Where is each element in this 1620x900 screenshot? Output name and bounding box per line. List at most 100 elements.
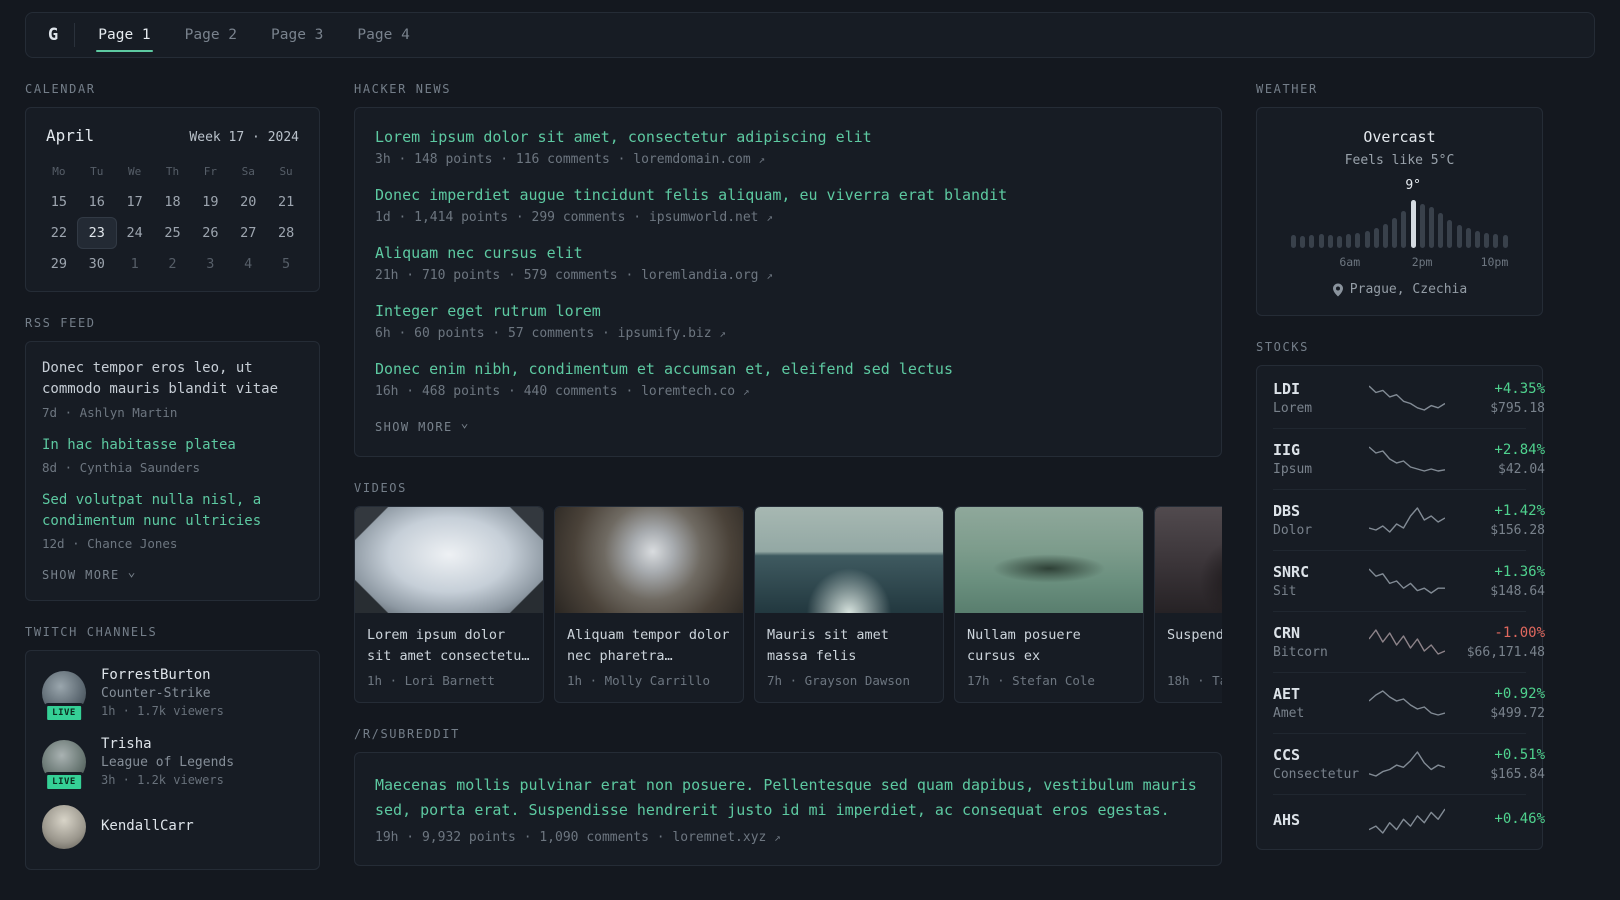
stock-id: CCS Consectetur xyxy=(1273,746,1369,782)
external-link-icon: ↗ xyxy=(719,327,727,340)
hackernews-item: Aliquam nec cursus elit 21h · 710 points… xyxy=(375,244,1201,283)
stock-row[interactable]: SNRC Sit +1.36% $148.64 xyxy=(1273,550,1545,611)
page-tab[interactable]: Page 1 xyxy=(81,13,167,57)
stock-id: DBS Dolor xyxy=(1273,502,1369,538)
calendar-day[interactable]: 17 xyxy=(116,187,154,217)
video-card[interactable]: Suspendisse diam 18h · Tara xyxy=(1154,506,1222,703)
calendar-section-title: CALENDAR xyxy=(25,82,96,96)
calendar-day[interactable]: 25 xyxy=(154,218,192,248)
stock-row[interactable]: DBS Dolor +1.42% $156.28 xyxy=(1273,489,1545,550)
calendar-day[interactable]: 24 xyxy=(116,218,154,248)
calendar-day[interactable]: 22 xyxy=(40,218,78,248)
video-meta: 17h · Stefan Cole xyxy=(967,673,1095,688)
calendar-day[interactable]: 1 xyxy=(116,249,154,279)
stock-row[interactable]: CRN Bitcorn -1.00% $66,171.48 xyxy=(1273,611,1545,672)
stock-row[interactable]: IIG Ipsum +2.84% $42.04 xyxy=(1273,428,1545,489)
twitch-channel-info: Trisha League of Legends 3h · 1.2k viewe… xyxy=(101,736,234,787)
rss-item-title[interactable]: Donec tempor eros leo, ut commodo mauris… xyxy=(42,358,303,401)
stock-values: +0.92% $499.72 xyxy=(1445,686,1545,721)
weather-chart: 9° xyxy=(1291,178,1508,248)
calendar-day[interactable]: 3 xyxy=(191,249,229,279)
calendar-day[interactable]: 27 xyxy=(229,218,267,248)
hackernews-item-title[interactable]: Integer eget rutrum lorem xyxy=(375,302,1201,320)
stock-change: +2.84% xyxy=(1494,441,1545,458)
page-tab[interactable]: Page 3 xyxy=(254,13,340,57)
calendar-day[interactable]: 26 xyxy=(191,218,229,248)
rss-item-title[interactable]: Sed volutpat nulla nisl, a condimentum n… xyxy=(42,490,303,533)
live-badge: LIVE xyxy=(44,771,84,792)
topbar-wrap: G Page 1 Page 2 Page 3 Page 4 xyxy=(0,0,1620,58)
stock-sparkline xyxy=(1369,507,1445,533)
video-card[interactable]: Nullam posuere cursus ex 17h · Stefan Co… xyxy=(954,506,1144,703)
topbar: G Page 1 Page 2 Page 3 Page 4 xyxy=(25,12,1595,58)
rss-show-more-button[interactable]: SHOW MORE ⌄ xyxy=(42,565,137,584)
subreddit-section-title: /R/SUBREDDIT xyxy=(354,727,460,741)
stock-row[interactable]: CCS Consectetur +0.51% $165.84 xyxy=(1273,733,1545,794)
video-body: Mauris sit amet massa felis 7h · Grayson… xyxy=(755,613,943,702)
twitch-channel[interactable]: LIVE KendallCarr xyxy=(42,805,303,850)
hackernews-item-title[interactable]: Aliquam nec cursus elit xyxy=(375,244,1201,262)
hackernews-item-stats: 16h · 468 points · 440 comments · xyxy=(375,384,634,399)
video-meta: 18h · Tara xyxy=(1167,673,1222,688)
calendar-day[interactable]: 18 xyxy=(154,187,192,217)
weather-bar: 9° xyxy=(1405,178,1421,248)
stock-values: +0.46% xyxy=(1445,811,1545,831)
calendar-day[interactable]: 30 xyxy=(78,249,116,279)
hackernews-item-meta: 21h · 710 points · 579 comments · loreml… xyxy=(375,268,1201,283)
calendar-day[interactable]: 19 xyxy=(191,187,229,217)
twitch-channel[interactable]: LIVE ForrestBurton Counter-Strike 1h · 1… xyxy=(42,667,303,723)
weather-bar xyxy=(1429,206,1435,248)
hackernews-item-domain[interactable]: ipsumworld.net xyxy=(649,210,759,225)
calendar-day[interactable]: 23 xyxy=(77,218,116,248)
weather-section-title: WEATHER xyxy=(1256,82,1318,96)
calendar-day[interactable]: 20 xyxy=(229,187,267,217)
twitch-channel[interactable]: LIVE Trisha League of Legends 3h · 1.2k … xyxy=(42,736,303,792)
rss-item-meta: 8d · Cynthia Saunders xyxy=(42,459,201,475)
calendar-day[interactable]: 29 xyxy=(40,249,78,279)
calendar-day-header: Su xyxy=(279,165,293,178)
hackernews-item: Lorem ipsum dolor sit amet, consectetur … xyxy=(375,128,1201,167)
calendar-day[interactable]: 2 xyxy=(154,249,192,279)
stock-row[interactable]: AHS +0.46% xyxy=(1273,794,1545,847)
right-column: WEATHER Overcast Feels like 5°C 9° 6am 2p… xyxy=(1256,58,1545,850)
stocks-list: LDI Lorem +4.35% $795.18 IIG Ipsum +2.84… xyxy=(1273,368,1545,847)
calendar-day[interactable]: 15 xyxy=(40,187,78,217)
calendar-day-header: Sa xyxy=(241,165,255,178)
hackernews-item-title[interactable]: Donec imperdiet augue tincidunt felis al… xyxy=(375,186,1201,204)
calendar-day[interactable]: 28 xyxy=(267,218,305,248)
video-card[interactable]: Lorem ipsum dolor sit amet consectetu… 1… xyxy=(354,506,544,703)
calendar-day[interactable]: 16 xyxy=(78,187,116,217)
stocks-widget: LDI Lorem +4.35% $795.18 IIG Ipsum +2.84… xyxy=(1256,365,1545,850)
video-title: Suspendisse diam xyxy=(1167,627,1222,643)
stock-name: Sit xyxy=(1273,584,1297,599)
calendar-day[interactable]: 5 xyxy=(267,249,305,279)
chevron-down-icon: ⌄ xyxy=(460,416,470,432)
hackernews-item-stats: 21h · 710 points · 579 comments · xyxy=(375,268,634,283)
hackernews-item-domain[interactable]: loremtech.co xyxy=(641,384,735,399)
stock-row[interactable]: LDI Lorem +4.35% $795.18 xyxy=(1273,368,1545,428)
video-card[interactable]: Mauris sit amet massa felis 7h · Grayson… xyxy=(754,506,944,703)
hackernews-item-domain[interactable]: loremlandia.org xyxy=(641,268,758,283)
subreddit-post-title[interactable]: Maecenas mollis pulvinar erat non posuer… xyxy=(375,773,1201,823)
weather-condition: Overcast xyxy=(1363,128,1436,146)
video-card[interactable]: Aliquam tempor dolor nec pharetra… 1h · … xyxy=(554,506,744,703)
calendar-day[interactable]: 4 xyxy=(229,249,267,279)
stock-symbol: AHS xyxy=(1273,810,1301,829)
weather-bar xyxy=(1355,232,1361,248)
hackernews-item-title[interactable]: Donec enim nibh, condimentum et accumsan… xyxy=(375,360,1201,378)
hackernews-item-title[interactable]: Lorem ipsum dolor sit amet, consectetur … xyxy=(375,128,1201,146)
stock-values: +0.51% $165.84 xyxy=(1445,747,1545,782)
stock-row[interactable]: AET Amet +0.92% $499.72 xyxy=(1273,672,1545,733)
hackernews-item-domain[interactable]: ipsumify.biz xyxy=(618,326,712,341)
hackernews-show-more-button[interactable]: SHOW MORE ⌄ xyxy=(375,416,470,436)
weather-bar xyxy=(1392,218,1398,248)
page-tab[interactable]: Page 2 xyxy=(168,13,254,57)
weather-bar xyxy=(1438,213,1444,248)
calendar-day[interactable]: 21 xyxy=(267,187,305,217)
hackernews-item-domain[interactable]: loremdomain.com xyxy=(633,152,750,167)
subreddit-post-domain[interactable]: loremnet.xyz xyxy=(672,830,766,845)
hackernews-item-stats: 1d · 1,414 points · 299 comments · xyxy=(375,210,642,225)
stock-symbol: DBS xyxy=(1273,502,1301,520)
rss-item-title[interactable]: In hac habitasse platea xyxy=(42,435,303,456)
page-tab[interactable]: Page 4 xyxy=(340,13,426,57)
